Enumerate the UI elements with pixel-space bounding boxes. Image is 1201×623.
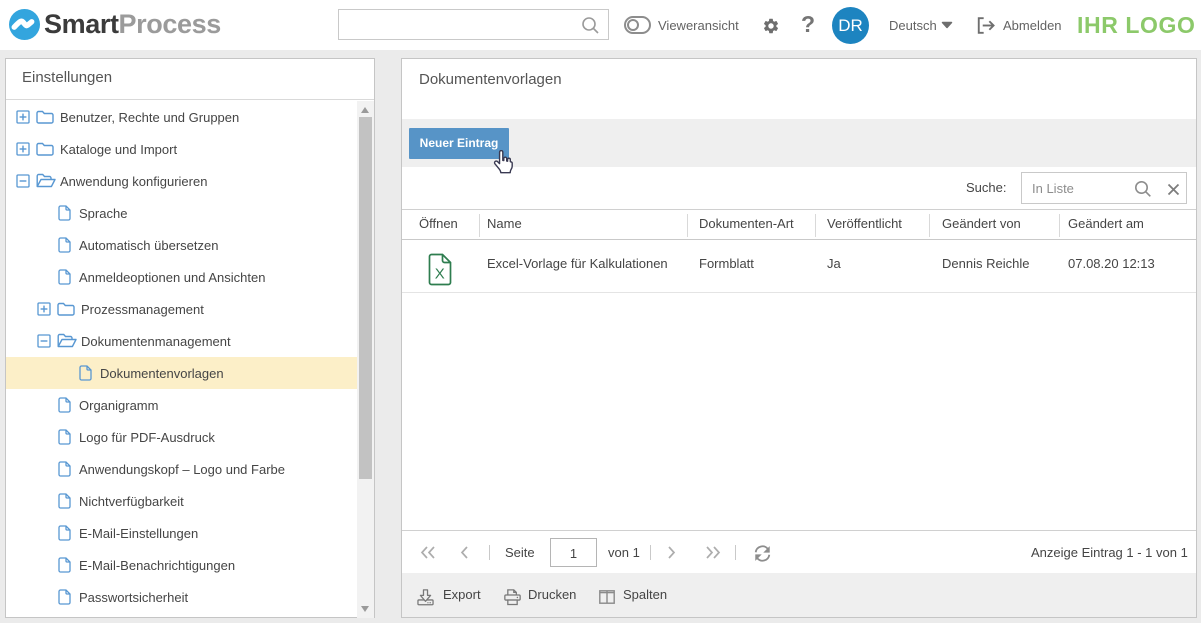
svg-text:X: X [435, 266, 445, 283]
